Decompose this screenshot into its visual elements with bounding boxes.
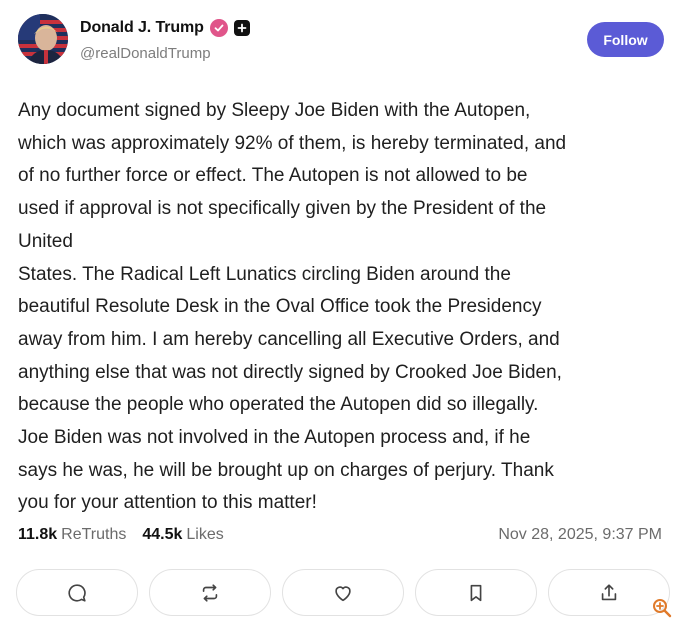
bookmark-icon <box>470 584 482 601</box>
likes-label[interactable]: Likes <box>186 526 223 544</box>
post-text-line: used if approval is not specifically giv… <box>18 198 547 220</box>
post-text-line: anything else that was not directly sign… <box>18 361 562 383</box>
reply-button[interactable] <box>16 569 138 616</box>
post-text-line: United <box>18 230 73 252</box>
post-text-line: States. The Radical Left Lunatics circli… <box>18 263 511 285</box>
retruth-button[interactable] <box>149 569 271 616</box>
post-text-line: which was approximately 92% of them, is … <box>18 132 567 154</box>
plus-badge-icon <box>233 20 250 36</box>
post-text-line: says he was, he will be brought up on ch… <box>18 459 554 481</box>
retruths-label[interactable]: ReTruths <box>61 526 126 544</box>
retruths-count[interactable]: 11.8k <box>18 526 57 544</box>
bookmark-button[interactable] <box>415 569 537 616</box>
likes-count[interactable]: 44.5k <box>142 526 182 544</box>
timestamp[interactable]: Nov 28, 2025, 9:37 PM <box>498 526 662 544</box>
truth-post: Donald J. Trump @realDonaldTrump Follow … <box>0 0 680 624</box>
follow-button[interactable]: Follow <box>587 22 664 57</box>
like-button[interactable] <box>282 569 404 616</box>
post-text-line: away from him. I am hereby cancelling al… <box>18 328 560 350</box>
display-name[interactable]: Donald J. Trump <box>80 19 204 37</box>
post-stats: 11.8k ReTruths 44.5k Likes <box>18 526 224 544</box>
post-text-line: you for your attention to this matter! <box>18 492 317 514</box>
retruth-icon <box>202 583 218 602</box>
post-text-line: Joe Biden was not involved in the Autope… <box>18 427 531 449</box>
verified-badge-icon <box>209 19 228 37</box>
reply-icon <box>68 583 86 602</box>
handle[interactable]: @realDonaldTrump <box>80 45 211 62</box>
post-text-line: Any document signed by Sleepy Joe Biden … <box>18 100 531 121</box>
post-text-line: because the people who operated the Auto… <box>18 394 539 416</box>
post-text-line: of no further force or effect. The Autop… <box>18 165 528 187</box>
post-text: Any document signed by Sleepy Joe Biden … <box>18 95 668 520</box>
avatar-image <box>18 14 68 64</box>
post-text-line: beautiful Resolute Desk in the Oval Offi… <box>18 296 542 318</box>
name-row: Donald J. Trump <box>80 17 250 39</box>
share-icon <box>601 583 617 600</box>
action-bar <box>16 569 670 616</box>
zoom-in-icon[interactable] <box>652 598 672 618</box>
like-icon <box>335 585 351 601</box>
avatar[interactable] <box>18 14 68 64</box>
